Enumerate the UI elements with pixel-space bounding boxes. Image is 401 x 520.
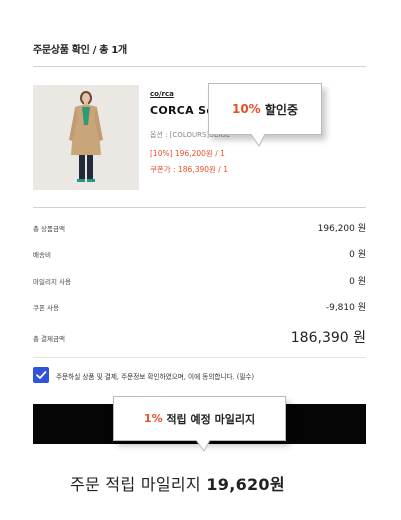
agreement-label[interactable]: 주문하실 상품 및 결제, 주문정보 확인하였으며, 이에 동의합니다. (필수… — [56, 371, 254, 381]
summary-label: 총 결제금액 — [33, 335, 65, 343]
summary-row-coupon: 쿠폰 사용 -9,810 원 — [33, 300, 366, 314]
divider — [33, 66, 366, 67]
product-name[interactable]: CORCA Sc — [150, 104, 213, 117]
summary-row-grand-total: 총 결제금액 186,390 원 — [33, 330, 366, 346]
summary-row-product-total: 총 상품금액 196,200 원 — [33, 221, 366, 235]
summary-label: 쿠폰 사용 — [33, 304, 59, 312]
summary-label: 배송비 — [33, 251, 51, 259]
check-icon — [36, 371, 47, 379]
product-photo-illustration — [33, 85, 139, 190]
summary-value: 196,200 원 — [317, 224, 366, 234]
divider — [33, 357, 366, 358]
summary-label: 총 상품금액 — [33, 225, 65, 233]
discount-tooltip: 10% 할인중 — [208, 83, 322, 147]
summary-row-shipping: 배송비 0 원 — [33, 247, 366, 261]
summary-value: 0 원 — [349, 250, 366, 260]
summary-value: -9,810 원 — [325, 303, 366, 313]
mileage-percent: 1% — [143, 412, 163, 425]
tooltip-tail — [195, 438, 211, 452]
summary-label: 마일리지 사용 — [33, 278, 71, 286]
mileage-tooltip: 1% 적립 예정 마일리지 — [113, 396, 286, 452]
discount-percent: 10% — [231, 102, 261, 116]
mileage-text: 적립 예정 마일리지 — [162, 412, 256, 426]
product-price: [10%] 196,200원 / 1 — [150, 149, 225, 158]
tooltip-tail — [250, 132, 266, 147]
order-mileage-label: 주문 적립 마일리지 — [70, 475, 207, 494]
summary-row-mileage: 마일리지 사용 0 원 — [33, 274, 366, 288]
product-image[interactable] — [33, 85, 139, 190]
grand-total-value: 186,390 원 — [290, 330, 366, 346]
product-coupon-price: 쿠폰가 : 186,390원 / 1 — [150, 165, 228, 174]
agreement-checkbox[interactable] — [33, 367, 49, 383]
page-title: 주문상품 확인 / 총 1개 — [33, 45, 127, 56]
order-mileage-note: 주문 적립 마일리지 19,620원 — [70, 471, 285, 495]
product-brand-link[interactable]: co/rca — [150, 90, 174, 98]
summary-value: 0 원 — [349, 277, 366, 287]
discount-text: 할인중 — [260, 102, 299, 117]
divider — [33, 207, 366, 208]
order-mileage-amount: 19,620원 — [206, 475, 285, 494]
